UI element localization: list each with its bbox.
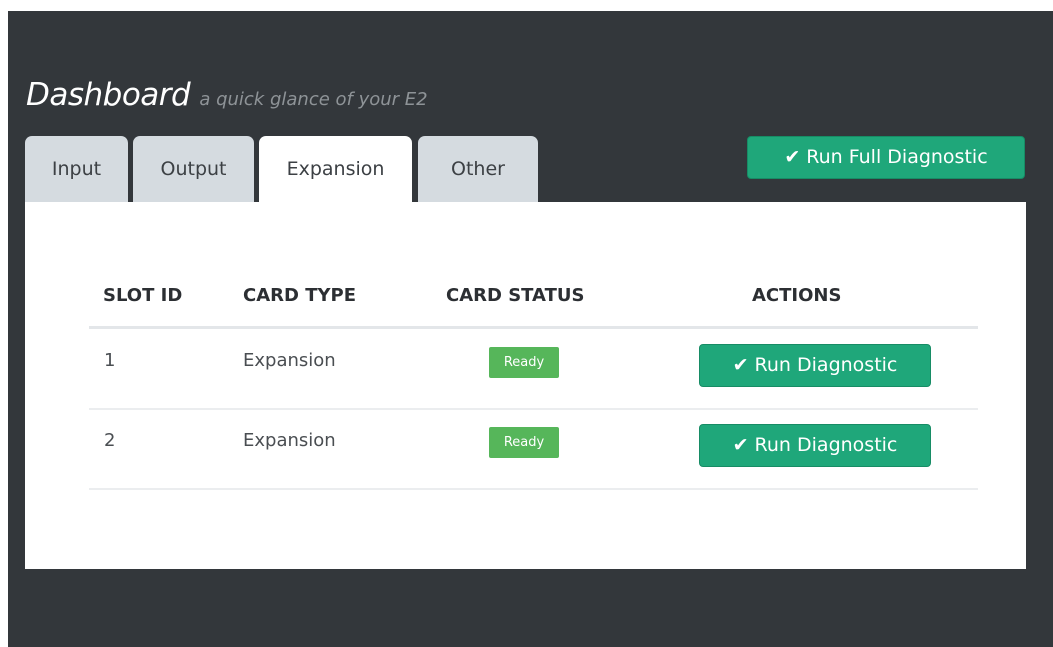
run-diagnostic-label: Run Diagnostic bbox=[754, 354, 898, 376]
run-diagnostic-button[interactable]: ✔ Run Diagnostic bbox=[699, 424, 931, 467]
column-header-actions: ACTIONS bbox=[752, 285, 842, 306]
page-subtitle: a quick glance of your E2 bbox=[199, 89, 428, 110]
page-title: Dashboard bbox=[26, 77, 191, 113]
check-icon: ✔ bbox=[784, 146, 801, 168]
slot-id-cell: 1 bbox=[104, 350, 116, 371]
run-full-diagnostic-button[interactable]: ✔ Run Full Diagnostic bbox=[747, 136, 1025, 179]
tab-other[interactable]: Other bbox=[418, 136, 538, 202]
run-full-diagnostic-label: Run Full Diagnostic bbox=[806, 146, 988, 168]
check-icon: ✔ bbox=[732, 434, 749, 456]
status-badge: Ready bbox=[489, 347, 559, 378]
column-header-card-status: CARD STATUS bbox=[446, 285, 585, 306]
card-type-cell: Expansion bbox=[243, 350, 336, 371]
column-header-slot-id: SLOT ID bbox=[103, 285, 183, 306]
tab-output[interactable]: Output bbox=[133, 136, 254, 202]
status-badge: Ready bbox=[489, 427, 559, 458]
check-icon: ✔ bbox=[732, 354, 749, 376]
run-diagnostic-label: Run Diagnostic bbox=[754, 434, 898, 456]
table-row-divider bbox=[89, 408, 978, 410]
tab-expansion[interactable]: Expansion bbox=[259, 136, 412, 206]
card-type-cell: Expansion bbox=[243, 430, 336, 451]
table-header-divider bbox=[89, 326, 978, 329]
page-heading: Dashboard a quick glance of your E2 bbox=[26, 80, 428, 111]
tab-input[interactable]: Input bbox=[25, 136, 128, 202]
column-header-card-type: CARD TYPE bbox=[243, 285, 357, 306]
slot-id-cell: 2 bbox=[104, 430, 116, 451]
run-diagnostic-button[interactable]: ✔ Run Diagnostic bbox=[699, 344, 931, 387]
table-row-divider bbox=[89, 488, 978, 490]
